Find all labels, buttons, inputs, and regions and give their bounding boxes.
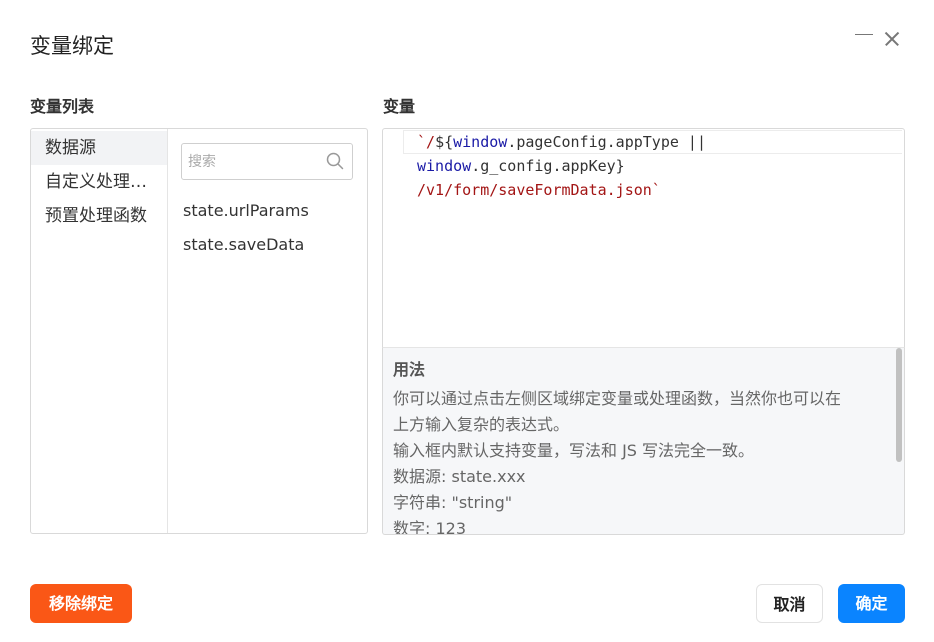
code-token-variable: window: [453, 133, 508, 151]
category-item-custom-functions[interactable]: 自定义处理函数: [31, 165, 167, 199]
variable-column: state.urlParams state.saveData: [168, 129, 367, 533]
variable-item-url-params[interactable]: state.urlParams: [181, 199, 353, 223]
usage-line: 输入框内默认支持变量，写法和 JS 写法完全一致。: [393, 441, 755, 460]
dialog-title: 变量绑定: [30, 34, 114, 58]
code-token-plain: .g_config.appKey}: [471, 157, 625, 175]
usage-content: 用法 你可以通过点击左侧区域绑定变量或处理函数，当然你也可以在 上方输入复杂的表…: [393, 358, 888, 535]
code-token-plain: .pageConfig.appType ||: [507, 133, 706, 151]
category-list: 数据源 自定义处理函数 预置处理函数: [31, 129, 168, 533]
minimize-icon[interactable]: [852, 26, 876, 50]
code-token-string: /v1/form/saveFormData.json`: [417, 181, 661, 199]
usage-line: 你可以通过点击左侧区域绑定变量或处理函数，当然你也可以在: [393, 389, 842, 408]
usage-line: 数据源: state.xxx: [393, 467, 526, 486]
code-token-variable: window: [417, 157, 472, 175]
category-item-datasource[interactable]: 数据源: [31, 131, 167, 165]
confirm-button[interactable]: 确定: [838, 584, 905, 623]
variable-item-save-data[interactable]: state.saveData: [181, 233, 353, 257]
variable-list-panel: 数据源 自定义处理函数 预置处理函数 state.urlParams state…: [30, 128, 368, 534]
category-item-preset-functions[interactable]: 预置处理函数: [31, 199, 167, 233]
variable-label: 变量: [383, 97, 416, 116]
variable-binding-dialog: 变量绑定 变量列表 变量 数据源 自定义处理函数 预置处理函数 state.ur…: [0, 0, 934, 642]
code-token-interp: ${: [435, 133, 454, 151]
search-icon: [326, 152, 344, 170]
remove-binding-button[interactable]: 移除绑定: [30, 584, 132, 623]
code-content: `/${window.pageConfig.appType || window.…: [417, 130, 706, 202]
usage-line: 数字: 123: [393, 519, 467, 535]
close-icon[interactable]: [882, 29, 902, 49]
usage-line: 上方输入复杂的表达式。: [393, 415, 570, 434]
usage-title: 用法: [393, 360, 426, 379]
expression-editor[interactable]: `/${window.pageConfig.appType || window.…: [382, 128, 905, 348]
usage-scrollbar[interactable]: [896, 348, 902, 462]
usage-line: 字符串: "string": [393, 493, 513, 512]
code-token-string: `/: [417, 133, 436, 151]
usage-help-panel: 用法 你可以通过点击左侧区域绑定变量或处理函数，当然你也可以在 上方输入复杂的表…: [382, 347, 905, 535]
variable-list-label: 变量列表: [30, 97, 95, 116]
cancel-button[interactable]: 取消: [756, 584, 823, 623]
search-box: [181, 143, 353, 180]
